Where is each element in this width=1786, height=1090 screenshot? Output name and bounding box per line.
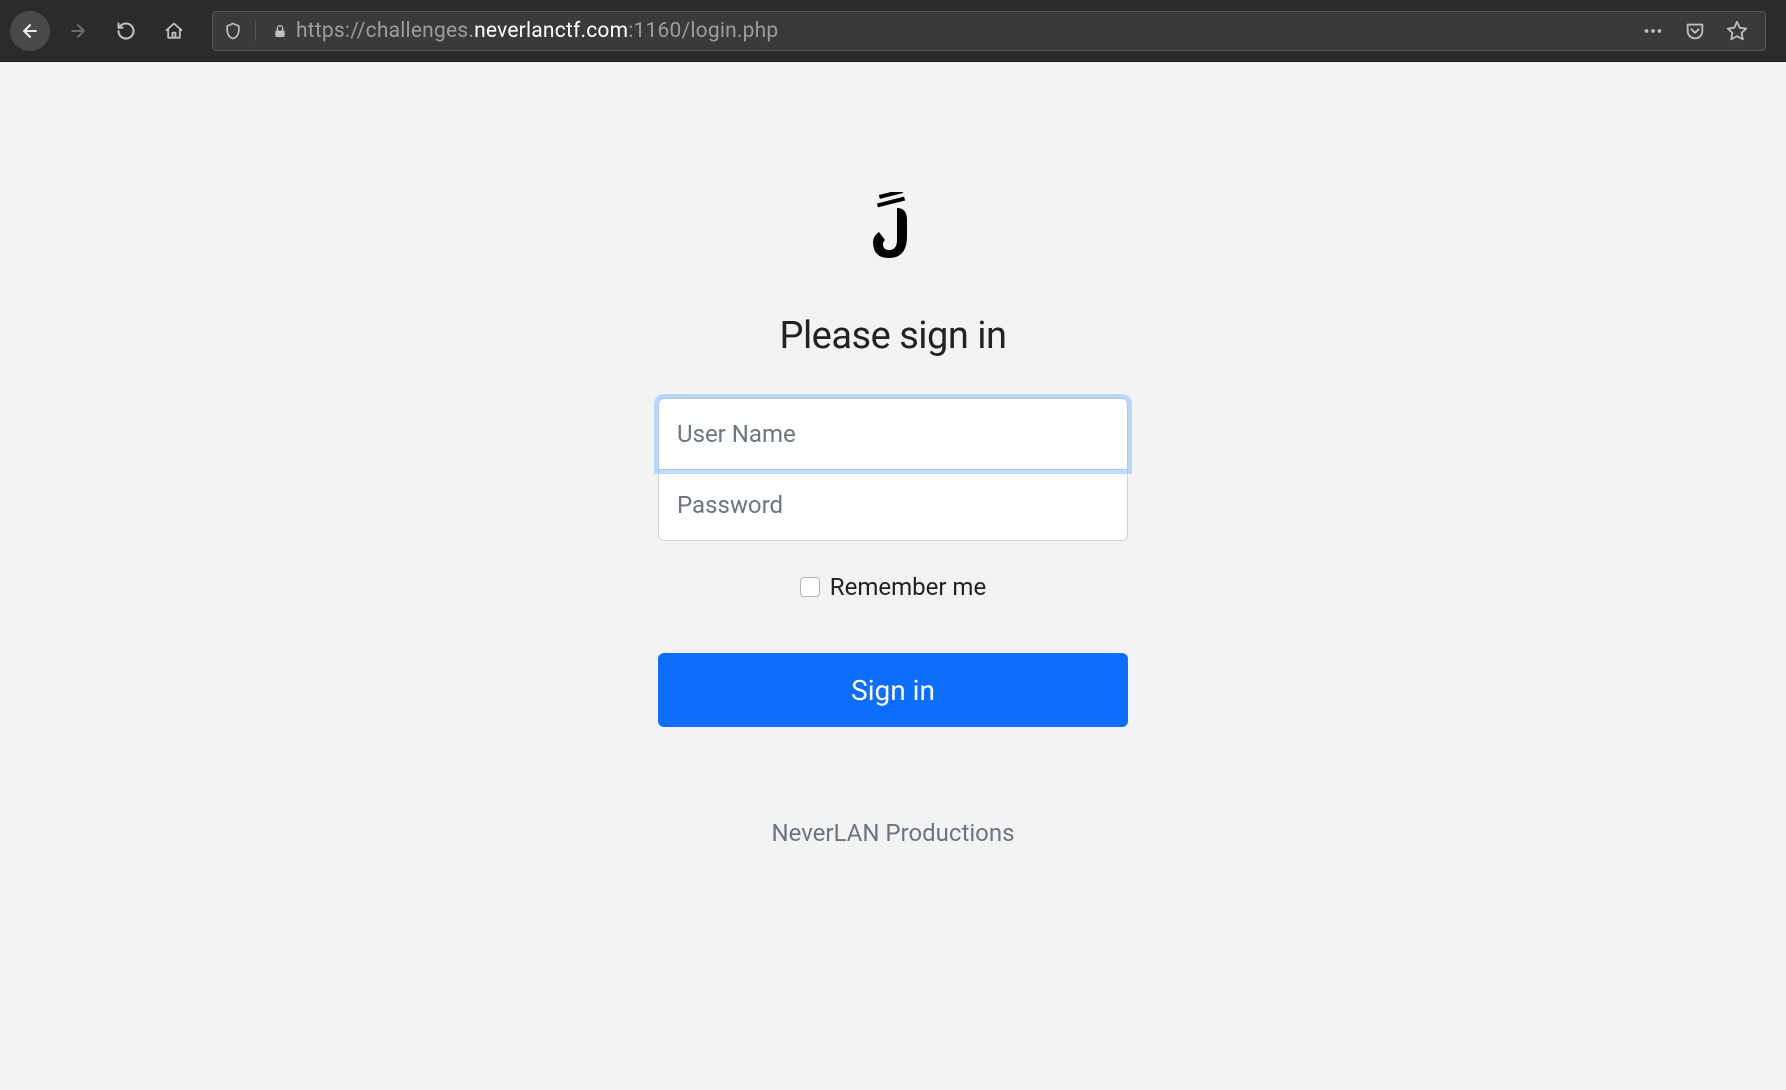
shield-icon[interactable]: [223, 21, 243, 41]
browser-toolbar: https://challenges.neverlanctf.com:1160/…: [0, 0, 1786, 62]
url-domain: neverlanctf.com: [474, 19, 628, 43]
remember-checkbox[interactable]: [800, 577, 820, 597]
back-button[interactable]: [10, 11, 50, 51]
ellipsis-icon: [1642, 20, 1664, 42]
lock-icon: [272, 23, 288, 39]
signin-form: Please sign in Remember me Sign in Never…: [658, 192, 1128, 1090]
remember-label: Remember me: [830, 573, 986, 601]
bookmark-button[interactable]: [1719, 13, 1755, 49]
page-heading: Please sign in: [779, 314, 1006, 358]
lock-icon-wrap[interactable]: [272, 23, 288, 39]
reload-button[interactable]: [106, 11, 146, 51]
username-input[interactable]: [658, 398, 1128, 470]
password-input[interactable]: [658, 469, 1128, 541]
url-protocol: https://: [296, 19, 366, 43]
url-bar[interactable]: https://challenges.neverlanctf.com:1160/…: [212, 11, 1766, 51]
signin-button[interactable]: Sign in: [658, 653, 1128, 727]
url-sub: challenges.: [366, 19, 474, 43]
hook-icon: [867, 192, 919, 260]
page-actions-button[interactable]: [1635, 13, 1671, 49]
star-icon: [1726, 20, 1748, 42]
remember-row: Remember me: [800, 573, 986, 601]
arrow-right-icon: [68, 21, 88, 41]
forward-button[interactable]: [58, 11, 98, 51]
home-button[interactable]: [154, 11, 194, 51]
url-text: https://challenges.neverlanctf.com:1160/…: [296, 19, 778, 43]
url-bar-security-icons: [223, 21, 256, 41]
url-bar-right-icons: [1627, 13, 1755, 49]
logo: [867, 192, 919, 264]
footer-text: NeverLAN Productions: [772, 819, 1015, 847]
reload-icon: [116, 21, 136, 41]
page-content: Please sign in Remember me Sign in Never…: [0, 62, 1786, 1090]
pocket-button[interactable]: [1677, 13, 1713, 49]
home-icon: [164, 21, 184, 41]
pocket-icon: [1684, 20, 1706, 42]
url-port-path: :1160/login.php: [628, 19, 778, 43]
arrow-left-icon: [20, 21, 40, 41]
